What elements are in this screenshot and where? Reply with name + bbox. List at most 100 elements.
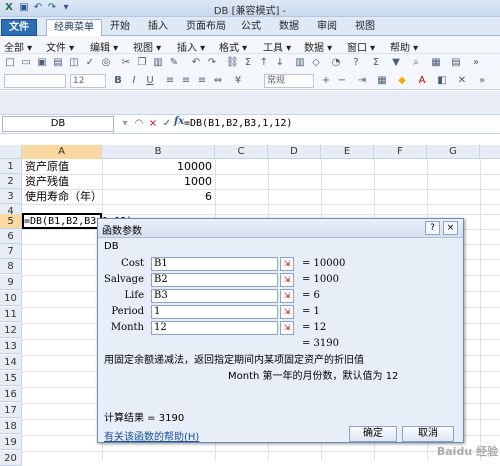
table-icon[interactable]: ▤ — [450, 57, 462, 69]
hyperlink-icon[interactable]: ⛓ — [226, 57, 238, 69]
collapse-dialog-icon[interactable]: ⇲ — [280, 305, 294, 319]
collapse-dialog-icon[interactable]: ⇲ — [280, 289, 294, 303]
cell-b1[interactable]: 10000 — [104, 159, 212, 174]
cell-a1[interactable]: 资产原值 — [25, 159, 69, 174]
collapse-dialog-icon[interactable]: ⇲ — [280, 321, 294, 335]
row-header-16[interactable]: 16 — [0, 387, 22, 402]
menu-all[interactable]: 全部 ▾ — [4, 39, 32, 54]
autosum-icon[interactable]: Σ — [242, 57, 254, 69]
cancel-button[interactable]: 取消 — [402, 426, 454, 442]
tab-classic-menu[interactable]: 经典菜单 — [46, 19, 102, 36]
chart-icon[interactable]: ▥ — [294, 57, 306, 69]
formula-input[interactable]: =DB(B1,B2,B3,1,12) — [184, 118, 292, 129]
align-center-icon[interactable]: ≡ — [180, 75, 192, 87]
row-header-13[interactable]: 13 — [0, 339, 22, 354]
dialog-help-button[interactable]: ? — [425, 221, 440, 235]
column-header-h[interactable] — [480, 145, 500, 159]
spell-check-icon[interactable]: ✓ — [84, 57, 96, 69]
cell-b2[interactable]: 1000 — [104, 174, 212, 189]
row-header-10[interactable]: 10 — [0, 291, 22, 306]
tab-review[interactable]: 审阅 — [310, 19, 344, 36]
font-color-icon[interactable]: A — [416, 75, 428, 87]
tab-page-layout[interactable]: 页面布局 — [179, 19, 233, 36]
tab-home[interactable]: 开始 — [103, 19, 137, 36]
arg-input-period[interactable]: 1 — [151, 305, 278, 319]
menu-help[interactable]: 帮助 ▾ — [390, 39, 418, 54]
increase-decimal-icon[interactable]: + — [320, 75, 332, 87]
filter-icon[interactable]: ▼ — [390, 57, 402, 69]
new-icon[interactable]: □ — [4, 57, 16, 69]
cut-icon[interactable]: ✂ — [120, 57, 132, 69]
align-right-icon[interactable]: ≡ — [196, 75, 208, 87]
cell-a3[interactable]: 使用寿命（年） — [25, 189, 102, 204]
column-header-a[interactable]: A — [22, 145, 102, 159]
research-icon[interactable]: ◎ — [100, 57, 112, 69]
align-left-icon[interactable]: ≡ — [164, 75, 176, 87]
row-header-1[interactable]: 1 — [0, 159, 22, 174]
currency-icon[interactable]: ¥ — [232, 75, 244, 87]
row-header-17[interactable]: 17 — [0, 403, 22, 418]
row-header-11[interactable]: 11 — [0, 307, 22, 322]
toolbar-options-icon[interactable]: » — [470, 57, 482, 69]
number-format-combo[interactable]: 常规 — [264, 74, 314, 88]
row-header-6[interactable]: 6 — [0, 229, 22, 244]
function-help-link[interactable]: 有关该函数的帮助(H) — [104, 428, 199, 443]
format-painter-icon[interactable]: ✎ — [168, 57, 180, 69]
menu-edit[interactable]: 编辑 ▾ — [90, 39, 118, 54]
save-icon[interactable]: ▣ — [36, 57, 48, 69]
tab-file[interactable]: 文件 — [1, 19, 37, 36]
undo-icon[interactable]: ↶ — [190, 57, 202, 69]
help-icon[interactable]: ? — [350, 57, 362, 69]
row-header-15[interactable]: 15 — [0, 371, 22, 386]
preview-icon[interactable]: ◫ — [68, 57, 80, 69]
arg-input-salvage[interactable]: B2 — [151, 273, 278, 287]
row-header-5[interactable]: 5 — [0, 214, 22, 229]
row-header-9[interactable]: 9 — [0, 275, 22, 290]
tab-insert[interactable]: 插入 — [141, 19, 175, 36]
italic-icon[interactable]: I — [128, 75, 140, 87]
row-header-3[interactable]: 3 — [0, 189, 22, 204]
open-icon[interactable]: ▭ — [20, 57, 32, 69]
merge-center-icon[interactable]: ⇔ — [212, 75, 224, 87]
toolbar-options2-icon[interactable]: » — [476, 75, 488, 87]
menu-tools[interactable]: 工具 ▾ — [263, 39, 291, 54]
tab-data[interactable]: 数据 — [272, 19, 306, 36]
name-box[interactable]: DB — [2, 116, 114, 132]
menu-file[interactable]: 文件 ▾ — [46, 39, 74, 54]
column-header-f[interactable]: F — [374, 145, 427, 159]
arg-input-cost[interactable]: B1 — [151, 257, 278, 271]
print-icon[interactable]: ▤ — [52, 57, 64, 69]
row-header-8[interactable]: 8 — [0, 259, 22, 274]
ok-button[interactable]: 确定 — [349, 426, 397, 442]
decrease-decimal-icon[interactable]: − — [336, 75, 348, 87]
row-header-19[interactable]: 19 — [0, 435, 22, 450]
font-name-combo[interactable] — [4, 74, 66, 88]
tab-view[interactable]: 视图 — [348, 19, 382, 36]
find-icon[interactable]: ⌕ — [410, 57, 422, 69]
row-header-18[interactable]: 18 — [0, 419, 22, 434]
menu-format[interactable]: 格式 ▾ — [219, 39, 247, 54]
delete-icon[interactable]: ✕ — [456, 75, 468, 87]
cell-b3[interactable]: 6 — [104, 189, 212, 204]
zoom-icon[interactable]: ◔ — [330, 57, 342, 69]
bold-icon[interactable]: B — [112, 75, 124, 87]
borders-icon[interactable]: ▦ — [376, 75, 388, 87]
paste-icon[interactable]: ▥ — [152, 57, 164, 69]
menu-view[interactable]: 视图 ▾ — [133, 39, 161, 54]
row-header-20[interactable]: 20 — [0, 451, 22, 466]
sigma-icon[interactable]: Σ — [370, 57, 382, 69]
select-all-corner[interactable] — [0, 145, 22, 159]
sheet-icon[interactable]: ▦ — [430, 57, 442, 69]
confirm-entry-icon[interactable]: ✓ — [160, 117, 174, 131]
expand-icon[interactable]: ◠ — [132, 117, 146, 131]
column-header-e[interactable]: E — [321, 145, 374, 159]
arg-input-life[interactable]: B3 — [151, 289, 278, 303]
cell-a2[interactable]: 资产残值 — [25, 174, 69, 189]
dialog-title-bar[interactable]: 函数参数 ? × — [98, 219, 463, 238]
cancel-entry-icon[interactable]: × — [146, 117, 160, 131]
copy-icon[interactable]: ❐ — [136, 57, 148, 69]
styles-icon[interactable]: ◧ — [436, 75, 448, 87]
row-header-7[interactable]: 7 — [0, 244, 22, 259]
sort-desc-icon[interactable]: ↓ — [274, 57, 286, 69]
row-header-12[interactable]: 12 — [0, 323, 22, 338]
